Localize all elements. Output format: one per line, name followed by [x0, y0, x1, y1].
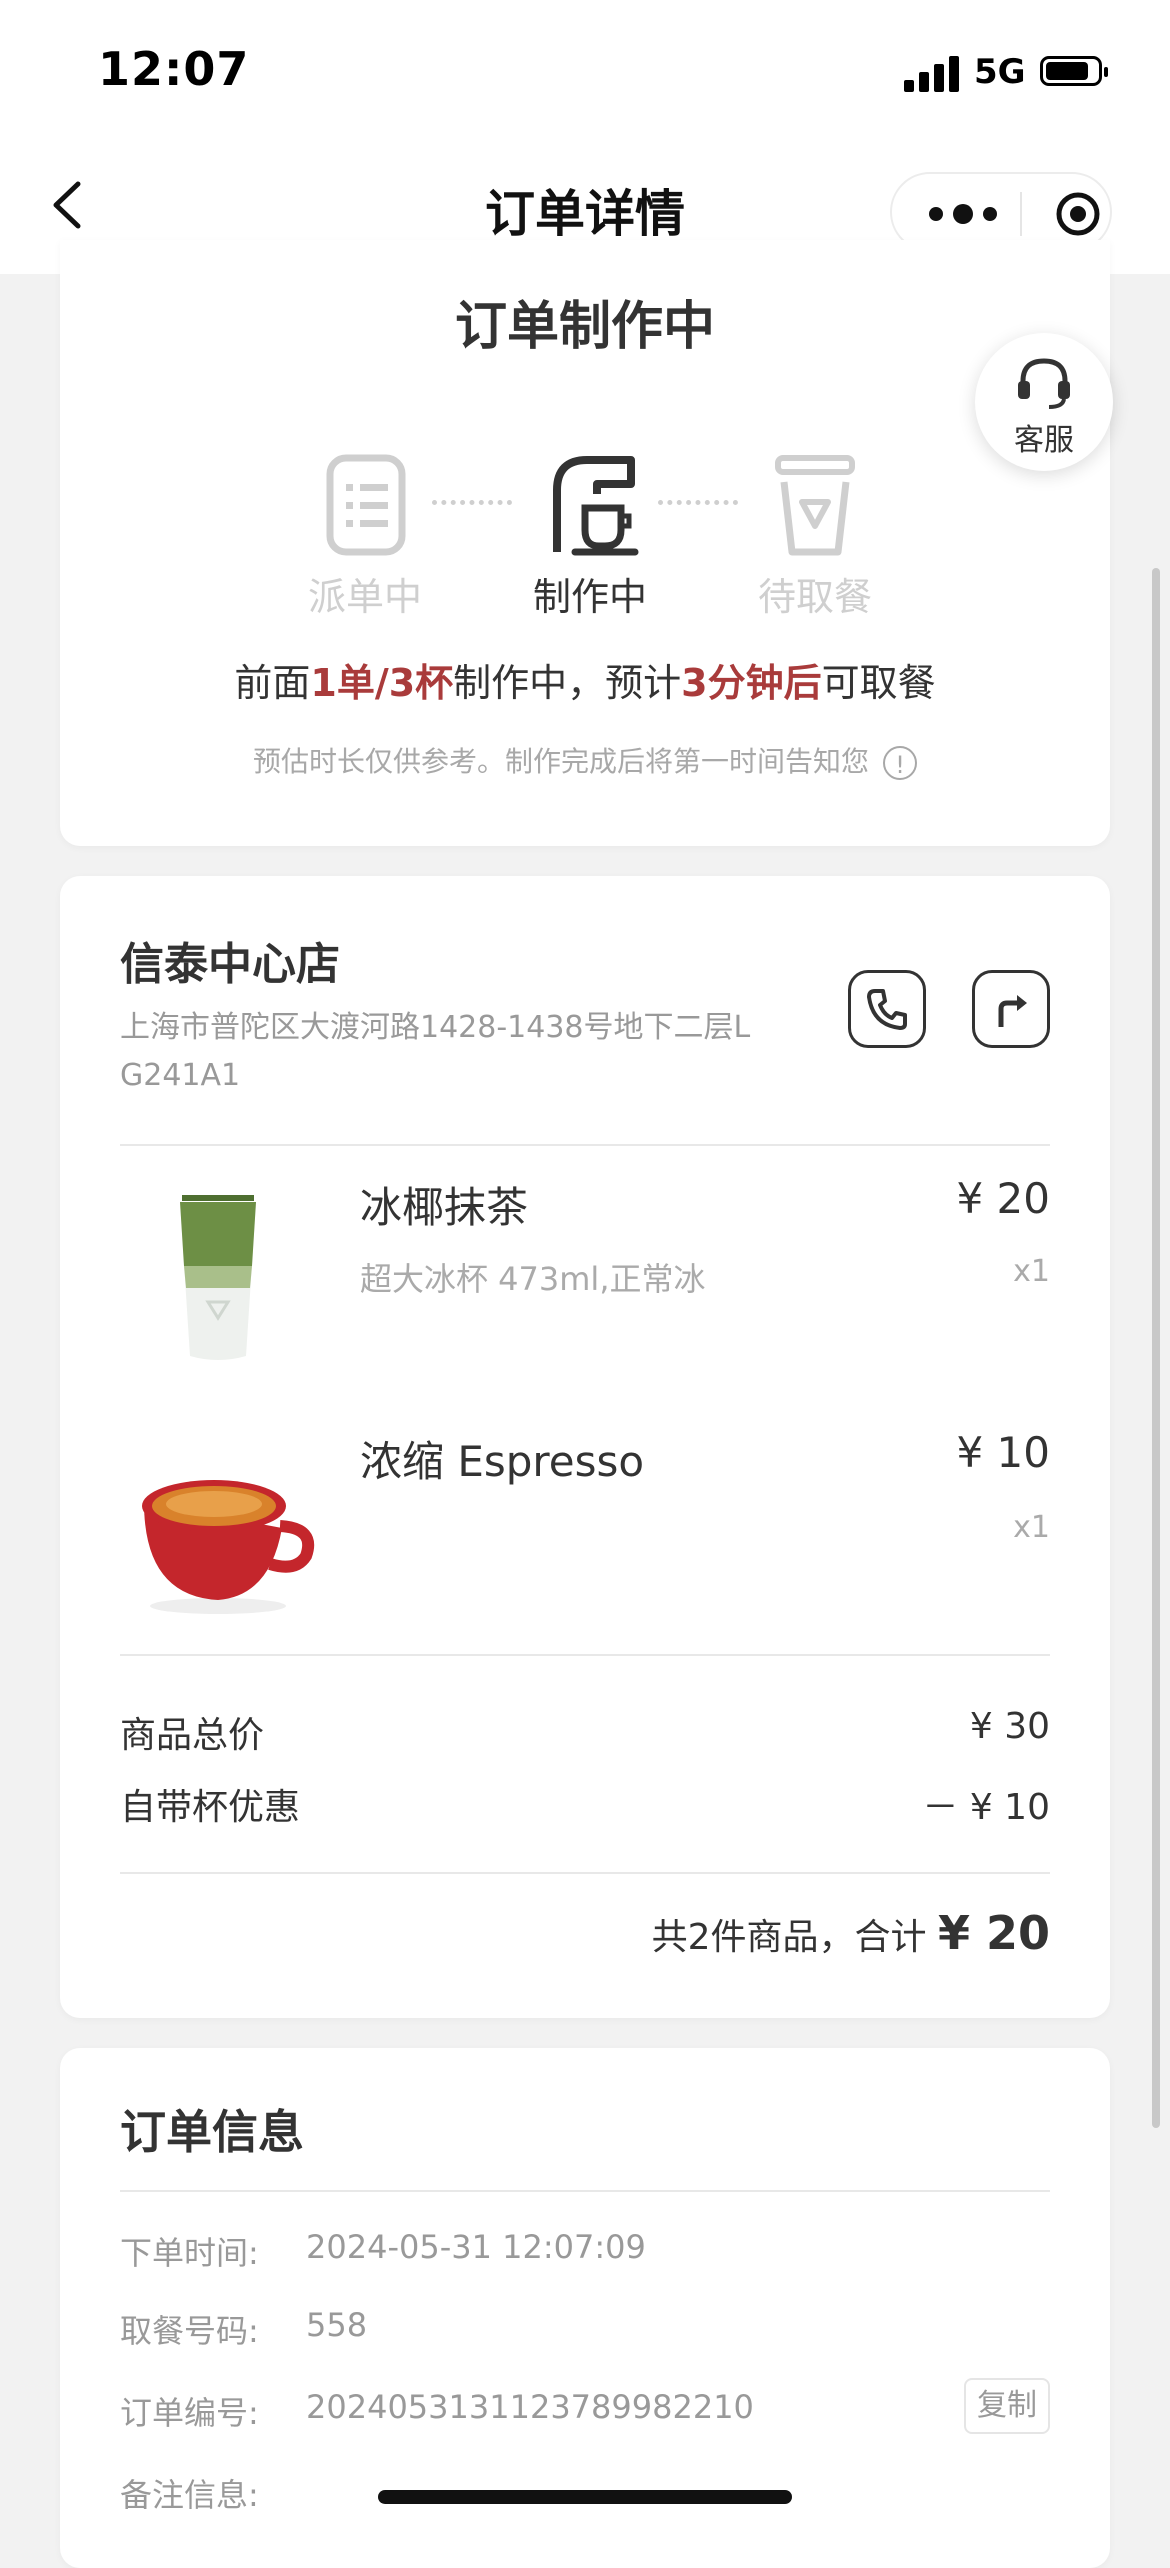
store-name: 信泰中心店: [120, 939, 340, 990]
coffee-machine-icon: [535, 450, 645, 560]
product-name: 冰椰抹茶: [360, 1183, 529, 1232]
copy-button[interactable]: 复制: [964, 2378, 1050, 2434]
capsule-divider: [1020, 192, 1022, 236]
order-items-card: 信泰中心店 上海市普陀区大渡河路1428-1438号地下二层L G241A1 冰…: [60, 876, 1110, 2018]
info-label: 订单编号:: [120, 2394, 259, 2432]
call-store-button[interactable]: [848, 970, 926, 1048]
queue-count: 1单/3杯: [310, 661, 454, 705]
info-label: 取餐号码:: [120, 2312, 259, 2350]
product-name: 浓缩 Espresso: [360, 1437, 645, 1486]
fee-label: 商品总价: [120, 1715, 265, 1756]
product-image-espresso: [120, 1432, 316, 1628]
order-info-title: 订单信息: [120, 2105, 304, 2159]
order-status-title: 订单制作中: [454, 297, 715, 357]
product-spec: 超大冰杯 473ml,正常冰: [360, 1260, 706, 1298]
signal-icon: [904, 56, 960, 92]
total-amount: ¥ 20: [937, 1906, 1050, 1960]
customer-service-label: 客服: [1014, 423, 1074, 458]
product-quantity: x1: [1013, 1510, 1050, 1545]
divider: [120, 1654, 1050, 1656]
step-label-making: 制作中: [532, 575, 647, 619]
network-label: 5G: [974, 52, 1026, 92]
customer-service-button[interactable]: 客服: [975, 333, 1113, 471]
product-image-matcha: [120, 1178, 316, 1374]
home-indicator: [378, 2490, 792, 2504]
phone-icon: [867, 989, 907, 1030]
status-time: 12:07: [98, 42, 250, 96]
headset-icon: [1018, 358, 1070, 409]
product-price: ¥ 20: [956, 1174, 1050, 1223]
info-label: 备注信息:: [120, 2476, 259, 2514]
estimate-note: 预估时长仅供参考。制作完成后将第一时间告知您!: [60, 740, 1110, 780]
navigate-button[interactable]: [972, 970, 1050, 1048]
order-number: 20240531311237899822​10: [306, 2388, 754, 2426]
fee-label: 自带杯优惠: [120, 1787, 301, 1828]
order-total: 共2件商品，合计 ¥ 20: [651, 1906, 1050, 1960]
progress-text: 前面1单/3杯制作中，预计3分钟后可取餐: [234, 661, 936, 705]
more-icon[interactable]: [926, 196, 1000, 232]
product-price: ¥ 10: [956, 1428, 1050, 1477]
battery-icon: [1040, 56, 1108, 86]
info-icon[interactable]: !: [883, 746, 917, 780]
pickup-cup-icon: [760, 450, 870, 560]
step-connector: [658, 500, 738, 505]
order-time: 2024-05-31 12:07:09: [306, 2228, 646, 2266]
step-label-dispatching: 派单中: [307, 575, 422, 619]
scrollbar[interactable]: [1152, 568, 1160, 2128]
divider: [120, 2190, 1050, 2192]
pickup-number: 558: [306, 2306, 368, 2344]
step-label-pickup: 待取餐: [757, 575, 872, 619]
route-icon: [998, 995, 1027, 1027]
close-mini-program-icon[interactable]: [1056, 192, 1100, 236]
eta: 3分钟后: [681, 661, 822, 705]
divider: [120, 1872, 1050, 1874]
store-address: 上海市普陀区大渡河路1428-1438号地下二层L G241A1: [120, 1010, 751, 1093]
step-connector: [432, 500, 512, 505]
fee-value: ¥ 30: [969, 1706, 1050, 1747]
order-list-icon: [310, 450, 420, 560]
order-status-card: 订单制作中 派单中 制作中 待取餐 前面1单/3杯制作中，预计3分钟后可取餐 预…: [60, 240, 1110, 846]
divider: [120, 1144, 1050, 1146]
fee-value: － ¥ 10: [922, 1787, 1050, 1828]
status-bar: 12:07 5G: [0, 0, 1170, 140]
info-label: 下单时间:: [120, 2234, 259, 2272]
product-quantity: x1: [1013, 1254, 1050, 1289]
